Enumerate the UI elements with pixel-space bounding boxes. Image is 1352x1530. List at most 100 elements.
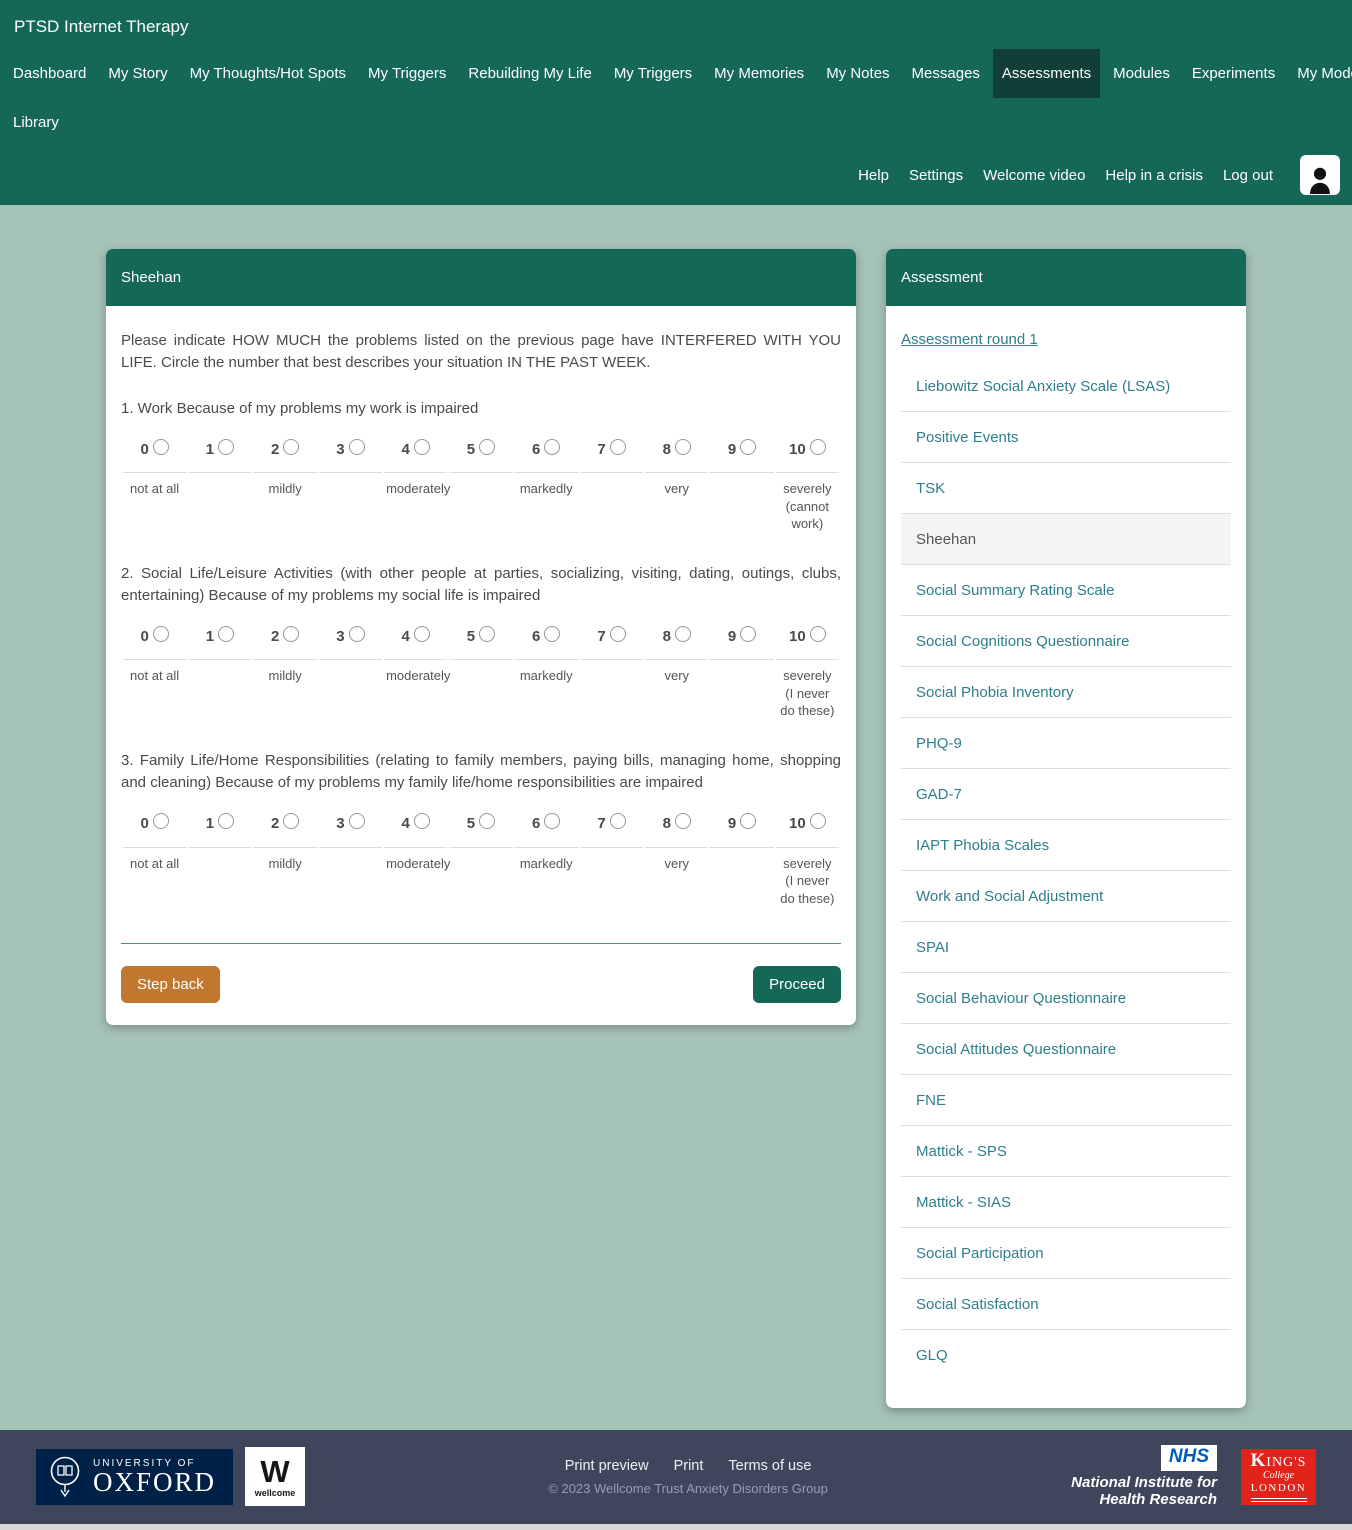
scale-radio-q1-5[interactable] bbox=[479, 439, 495, 455]
footer-logos-right: NHS National Institute for Health Resear… bbox=[1071, 1445, 1316, 1509]
nav-item-assessments[interactable]: Assessments bbox=[993, 49, 1100, 98]
assessment-link-work-and-social-adjustment[interactable]: Work and Social Adjustment bbox=[901, 871, 1231, 922]
scale-number: 2 bbox=[271, 441, 279, 458]
assessment-link-fne[interactable]: FNE bbox=[901, 1075, 1231, 1126]
scale-radio-q1-6[interactable] bbox=[544, 439, 560, 455]
scale-radio-q1-3[interactable] bbox=[349, 439, 365, 455]
scale-label-cell bbox=[580, 659, 643, 726]
assessment-round-link[interactable]: Assessment round 1 bbox=[901, 316, 1231, 361]
assessment-link-phq-9[interactable]: PHQ-9 bbox=[901, 718, 1231, 769]
nav-item-rebuilding-my-life[interactable]: Rebuilding My Life bbox=[459, 49, 600, 98]
scale-radio-q3-1[interactable] bbox=[218, 813, 234, 829]
scale-radio-q3-8[interactable] bbox=[675, 813, 691, 829]
assessment-link-tsk[interactable]: TSK bbox=[901, 463, 1231, 514]
nav-item-experiments[interactable]: Experiments bbox=[1183, 49, 1284, 98]
assessment-link-social-behaviour-questionnaire[interactable]: Social Behaviour Questionnaire bbox=[901, 973, 1231, 1024]
assessment-link-social-attitudes-questionnaire[interactable]: Social Attitudes Questionnaire bbox=[901, 1024, 1231, 1075]
scale-radio-q1-1[interactable] bbox=[218, 439, 234, 455]
profile-button[interactable] bbox=[1300, 155, 1340, 195]
scale-option-1: 1 bbox=[188, 431, 251, 472]
assessment-link-liebowitz-social-anxiety-scale-lsas[interactable]: Liebowitz Social Anxiety Scale (LSAS) bbox=[901, 361, 1231, 412]
rating-scale: 012345678910 not at allmildlymoderatelym… bbox=[121, 431, 841, 539]
scale-option-6: 6 bbox=[515, 618, 578, 659]
scale-radio-q3-3[interactable] bbox=[349, 813, 365, 829]
scale-radio-q3-4[interactable] bbox=[414, 813, 430, 829]
scale-label-cell: markedly bbox=[515, 847, 578, 914]
assessment-link-iapt-phobia-scales[interactable]: IAPT Phobia Scales bbox=[901, 820, 1231, 871]
scale-radio-q2-5[interactable] bbox=[479, 626, 495, 642]
util-link-settings[interactable]: Settings bbox=[909, 161, 963, 190]
nav-item-my-notes[interactable]: My Notes bbox=[817, 49, 898, 98]
scale-label-cell: moderately bbox=[384, 472, 447, 539]
scale-radio-q1-4[interactable] bbox=[414, 439, 430, 455]
rating-scale: 012345678910 not at allmildlymoderatelym… bbox=[121, 806, 841, 914]
scale-radio-q3-9[interactable] bbox=[740, 813, 756, 829]
nav-item-my-triggers[interactable]: My Triggers bbox=[359, 49, 455, 98]
assessment-link-mattick-sias[interactable]: Mattick - SIAS bbox=[901, 1177, 1231, 1228]
assessment-link-glq[interactable]: GLQ bbox=[901, 1330, 1231, 1380]
nav-item-my-story[interactable]: My Story bbox=[99, 49, 176, 98]
footer-link-terms-of-use[interactable]: Terms of use bbox=[728, 1458, 811, 1474]
util-link-log-out[interactable]: Log out bbox=[1223, 161, 1273, 190]
scale-radio-q2-2[interactable] bbox=[283, 626, 299, 642]
scale-number: 9 bbox=[728, 628, 736, 645]
step-back-button[interactable]: Step back bbox=[121, 966, 220, 1003]
util-link-welcome-video[interactable]: Welcome video bbox=[983, 161, 1085, 190]
scale-radio-q3-10[interactable] bbox=[810, 813, 826, 829]
assessment-link-gad-7[interactable]: GAD-7 bbox=[901, 769, 1231, 820]
nav-item-my-memories[interactable]: My Memories bbox=[705, 49, 813, 98]
scale-option-5: 5 bbox=[449, 806, 512, 847]
scale-radio-q1-10[interactable] bbox=[810, 439, 826, 455]
assessment-link-positive-events[interactable]: Positive Events bbox=[901, 412, 1231, 463]
scale-radio-q2-0[interactable] bbox=[153, 626, 169, 642]
assessment-link-social-phobia-inventory[interactable]: Social Phobia Inventory bbox=[901, 667, 1231, 718]
footer-link-print-preview[interactable]: Print preview bbox=[565, 1458, 649, 1474]
scale-option-7: 7 bbox=[580, 618, 643, 659]
proceed-button[interactable]: Proceed bbox=[753, 966, 841, 1003]
util-link-help-in-a-crisis[interactable]: Help in a crisis bbox=[1105, 161, 1203, 190]
scale-radio-q2-8[interactable] bbox=[675, 626, 691, 642]
nav-item-library[interactable]: Library bbox=[4, 98, 68, 147]
nav-item-my-thoughts-hot-spots[interactable]: My Thoughts/Hot Spots bbox=[181, 49, 355, 98]
scale-radio-q3-0[interactable] bbox=[153, 813, 169, 829]
scale-radio-q3-6[interactable] bbox=[544, 813, 560, 829]
scale-radio-q1-0[interactable] bbox=[153, 439, 169, 455]
assessment-link-social-satisfaction[interactable]: Social Satisfaction bbox=[901, 1279, 1231, 1330]
nav-item-my-triggers[interactable]: My Triggers bbox=[605, 49, 701, 98]
utility-nav: Help Settings Welcome video Help in a crisi… bbox=[0, 147, 1352, 199]
assessment-link-social-participation[interactable]: Social Participation bbox=[901, 1228, 1231, 1279]
scale-radio-q1-2[interactable] bbox=[283, 439, 299, 455]
assessment-link-mattick-sps[interactable]: Mattick - SPS bbox=[901, 1126, 1231, 1177]
nav-item-dashboard[interactable]: Dashboard bbox=[4, 49, 95, 98]
scale-radio-q1-9[interactable] bbox=[740, 439, 756, 455]
scale-label-cell: markedly bbox=[515, 659, 578, 726]
scale-radio-q2-1[interactable] bbox=[218, 626, 234, 642]
assessment-link-social-summary-rating-scale[interactable]: Social Summary Rating Scale bbox=[901, 565, 1231, 616]
nav-item-my-model[interactable]: My Model bbox=[1288, 49, 1352, 98]
scale-radio-q3-7[interactable] bbox=[610, 813, 626, 829]
nav-item-modules[interactable]: Modules bbox=[1104, 49, 1179, 98]
oxford-logo-text: UNIVERSITY OF OXFORD bbox=[93, 1458, 216, 1496]
scale-radio-q2-3[interactable] bbox=[349, 626, 365, 642]
assessment-link-sheehan[interactable]: Sheehan bbox=[901, 514, 1231, 565]
scale-radio-q3-2[interactable] bbox=[283, 813, 299, 829]
scale-radio-q2-4[interactable] bbox=[414, 626, 430, 642]
util-link-help[interactable]: Help bbox=[858, 161, 889, 190]
footer-link-print[interactable]: Print bbox=[674, 1458, 704, 1474]
assessment-link-spai[interactable]: SPAI bbox=[901, 922, 1231, 973]
scale-number: 1 bbox=[206, 441, 214, 458]
nav-item-messages[interactable]: Messages bbox=[903, 49, 989, 98]
scale-radio-q3-5[interactable] bbox=[479, 813, 495, 829]
scale-radio-q2-10[interactable] bbox=[810, 626, 826, 642]
scale-label-cell: mildly bbox=[254, 847, 317, 914]
scale-radio-q2-9[interactable] bbox=[740, 626, 756, 642]
scale-radio-q2-7[interactable] bbox=[610, 626, 626, 642]
scale-number: 0 bbox=[140, 815, 148, 832]
kings-college-logo: KING'S College LONDON bbox=[1241, 1449, 1316, 1505]
scale-radio-q1-8[interactable] bbox=[675, 439, 691, 455]
scale-radio-q1-7[interactable] bbox=[610, 439, 626, 455]
assessment-link-social-cognitions-questionnaire[interactable]: Social Cognitions Questionnaire bbox=[901, 616, 1231, 667]
scale-number: 9 bbox=[728, 441, 736, 458]
scale-label-cell: markedly bbox=[515, 472, 578, 539]
scale-radio-q2-6[interactable] bbox=[544, 626, 560, 642]
